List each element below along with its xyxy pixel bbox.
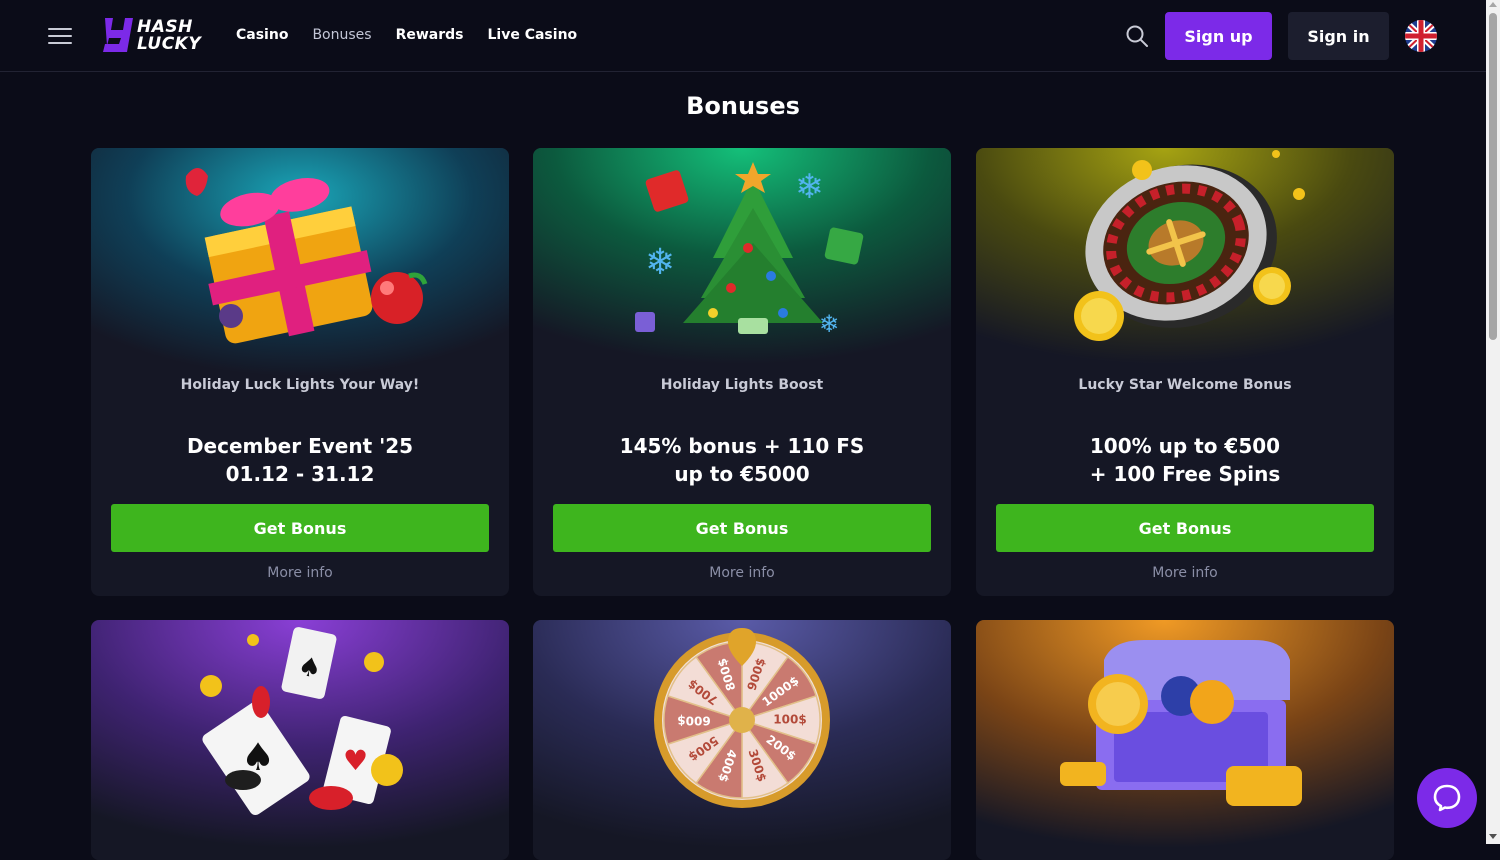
prize-wheel-image: 900$1000$100$200$300$400$500$600$700$800… (533, 620, 951, 860)
bonus-card-holiday-lights-boost: ❄ ❄ ❄ Holiday Lights Boost 145% bonus + … (533, 148, 951, 596)
logo-text-lucky: LUCKY (137, 34, 202, 54)
bonus-card-prize-wheel: 900$ 1000$ 100$ 200$ 300$ 400$ 500$ 600$ 700$ 800… (533, 620, 951, 860)
card-subtitle: Holiday Luck Lights Your Way! (180, 377, 420, 393)
wheel-label: 600$ (677, 714, 710, 728)
more-info-link[interactable]: More info (533, 565, 951, 581)
svg-text:❄: ❄ (645, 242, 675, 283)
menu-icon[interactable] (48, 26, 72, 46)
signin-button[interactable]: Sign in (1288, 12, 1389, 60)
signup-button[interactable]: Sign up (1165, 12, 1272, 60)
chat-button[interactable] (1417, 768, 1477, 828)
logo[interactable]: HASH LUCKY (101, 16, 207, 56)
bonus-card-treasure-chest (976, 620, 1394, 860)
more-info-link[interactable]: More info (91, 565, 509, 581)
get-bonus-button[interactable]: Get Bonus (996, 504, 1374, 552)
bonus-card-playing-cards: ♠ ♠ ♥ (91, 620, 509, 860)
card-title: 145% bonus + 110 FS up to €5000 (553, 432, 931, 488)
scroll-up-arrow-icon[interactable] (1489, 2, 1497, 7)
scroll-thumb[interactable] (1489, 13, 1497, 340)
card-title-line2: up to €5000 (674, 462, 810, 486)
card-title-line2: + 100 Free Spins (1089, 462, 1281, 486)
search-icon[interactable] (1125, 24, 1149, 48)
card-title: 100% up to €500 + 100 Free Spins (996, 432, 1374, 488)
bonus-card-welcome-bonus: Lucky Star Welcome Bonus 100% up to €500… (976, 148, 1394, 596)
svg-text:♥: ♥ (343, 744, 368, 777)
card-title: December Event '25 01.12 - 31.12 (111, 432, 489, 488)
nav-bonuses[interactable]: Bonuses (312, 27, 371, 43)
roulette-wheel-image (976, 148, 1394, 388)
uk-flag-icon[interactable] (1404, 20, 1438, 52)
card-subtitle: Lucky Star Welcome Bonus (1078, 377, 1292, 393)
treasure-chest-image (976, 620, 1394, 860)
wheel-label: 100$ (773, 713, 806, 727)
card-title-line1: 145% bonus + 110 FS (619, 434, 865, 458)
more-info-link[interactable]: More info (976, 565, 1394, 581)
svg-text:❄: ❄ (795, 167, 824, 207)
scroll-down-arrow-icon[interactable] (1489, 834, 1497, 839)
nav-casino[interactable]: Casino (236, 27, 288, 43)
bonus-card-december-event: Holiday Luck Lights Your Way! December E… (91, 148, 509, 596)
page-title: Bonuses (686, 92, 800, 120)
svg-text:❄: ❄ (819, 310, 839, 338)
card-title-line2: 01.12 - 31.12 (225, 462, 375, 486)
get-bonus-button[interactable]: Get Bonus (553, 504, 931, 552)
chat-bubble-icon (1433, 784, 1461, 812)
gift-box-image (91, 148, 509, 388)
playing-cards-image: ♠ ♠ ♥ (91, 620, 509, 860)
main-nav: Casino Bonuses Rewards Live Casino (236, 27, 577, 43)
logo-mark-icon (103, 18, 133, 52)
site-header: HASH LUCKY Casino Bonuses Rewards Live C… (0, 0, 1486, 72)
nav-live-casino[interactable]: Live Casino (488, 27, 578, 43)
card-subtitle: Holiday Lights Boost (660, 377, 824, 393)
get-bonus-button[interactable]: Get Bonus (111, 504, 489, 552)
page-scrollbar[interactable] (1486, 0, 1500, 844)
card-title-line1: 100% up to €500 (1089, 434, 1281, 458)
nav-rewards[interactable]: Rewards (396, 27, 464, 43)
christmas-tree-image: ❄ ❄ ❄ (533, 148, 951, 388)
card-title-line1: December Event '25 (186, 434, 414, 458)
